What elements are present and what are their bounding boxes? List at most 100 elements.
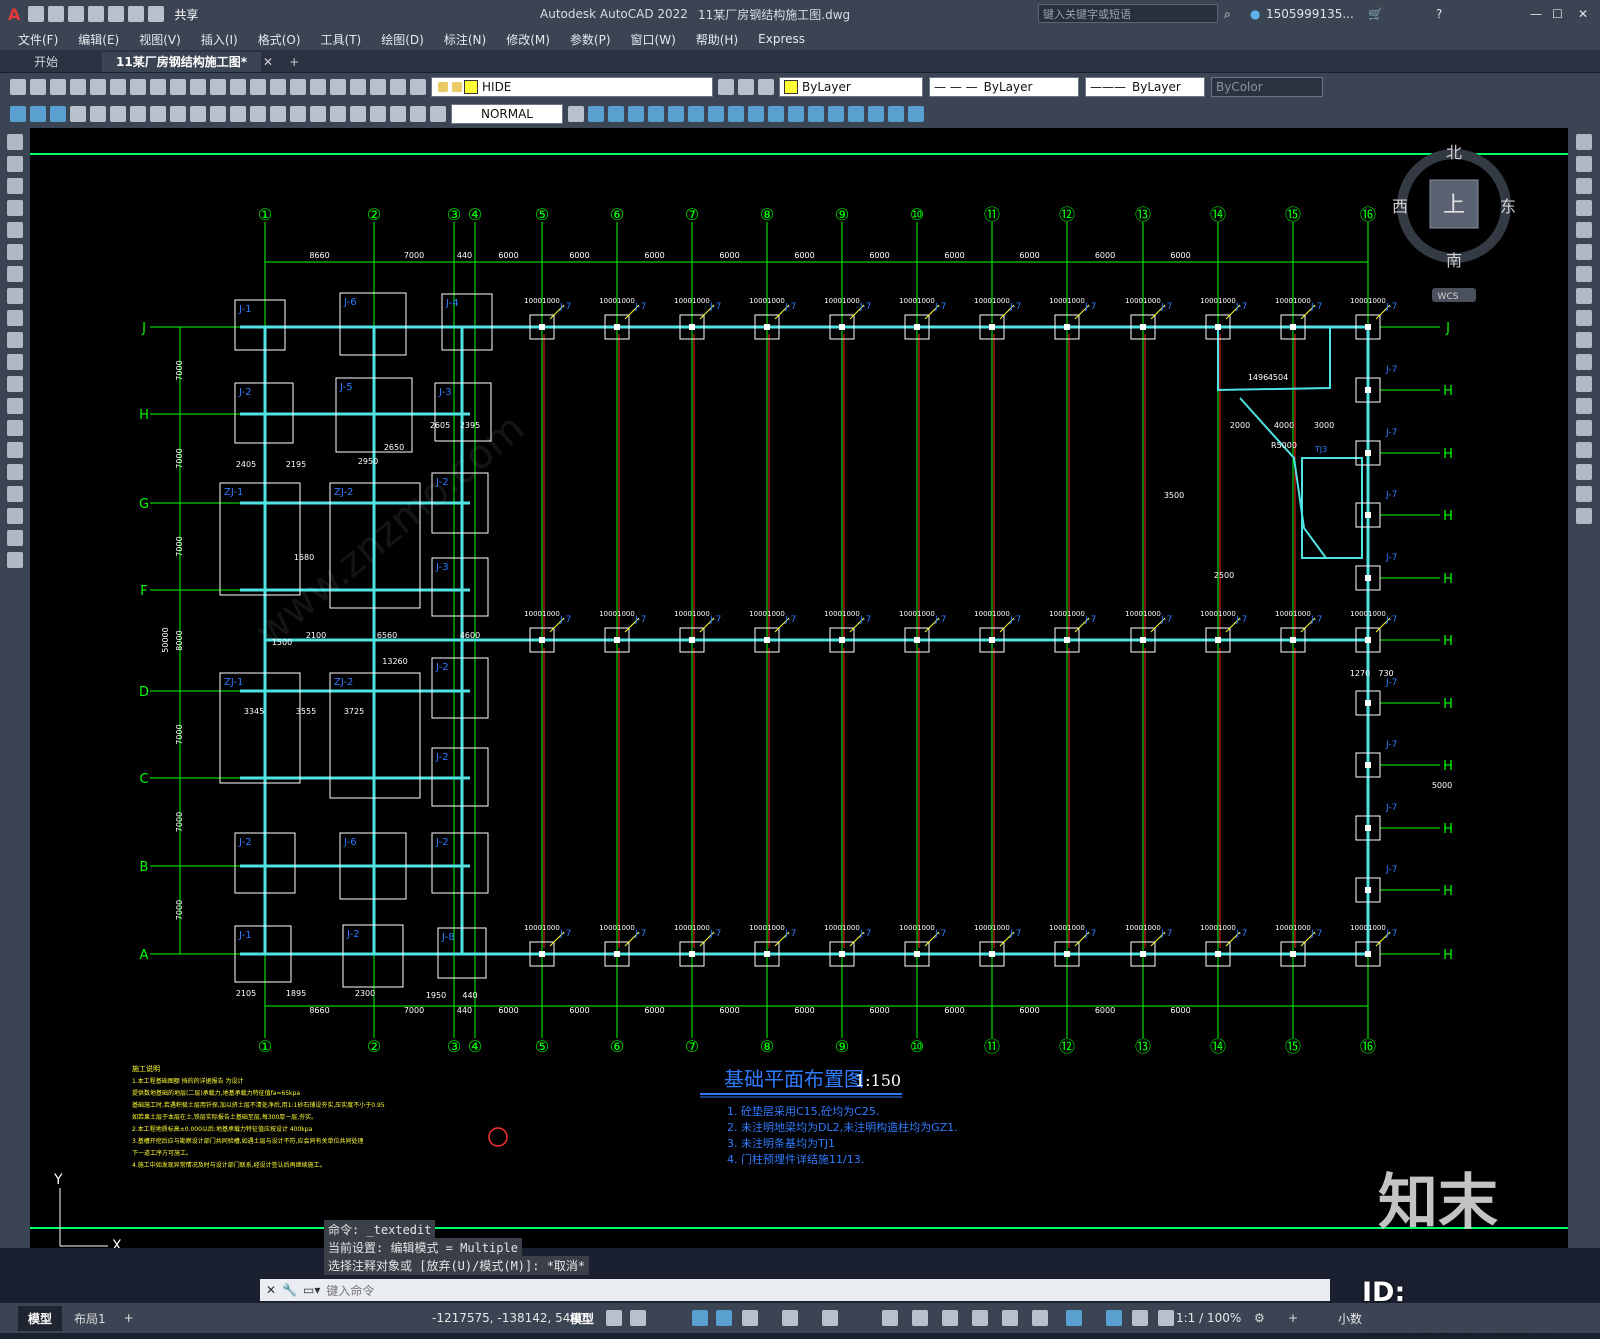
layer-dropdown[interactable]: HIDE — [431, 76, 713, 97]
dimstyle-icon[interactable] — [568, 106, 584, 122]
layer-isolate-icon[interactable] — [758, 78, 774, 95]
copy-object-icon[interactable] — [1576, 156, 1592, 172]
layer-state-icon[interactable] — [738, 78, 754, 95]
dim-jogged-icon[interactable] — [170, 106, 186, 122]
trim-icon[interactable] — [1576, 332, 1592, 348]
preview-icon[interactable] — [90, 78, 106, 95]
selection-cycling-icon[interactable] — [942, 1310, 958, 1326]
group-icon[interactable] — [748, 106, 764, 122]
dim-aligned-icon[interactable] — [90, 106, 106, 122]
selection-filter-icon[interactable] — [1032, 1310, 1048, 1326]
draworder-icon[interactable] — [788, 106, 804, 122]
cut-icon[interactable] — [130, 78, 146, 95]
viewcube-top-label[interactable]: 上 — [1443, 193, 1465, 218]
menu-modify[interactable]: 修改(M) — [496, 31, 560, 48]
publish-icon[interactable] — [110, 78, 126, 95]
menu-window[interactable]: 窗口(W) — [621, 31, 686, 48]
coordinates[interactable]: -1217575, -138142, 5400 — [432, 1311, 586, 1325]
menu-edit[interactable]: 编辑(E) — [68, 31, 129, 48]
layer-walk-icon[interactable] — [50, 106, 66, 122]
units[interactable]: 小数 — [1338, 1310, 1362, 1327]
tolerance-icon[interactable] — [330, 106, 346, 122]
insert-block-icon[interactable] — [588, 106, 604, 122]
dim-angular-icon[interactable] — [210, 106, 226, 122]
isodraft-icon[interactable] — [742, 1310, 758, 1326]
dim-break-icon[interactable] — [310, 106, 326, 122]
command-customize-icon[interactable]: 🔧 — [282, 1283, 297, 1297]
tab-start[interactable]: 开始 — [20, 52, 72, 72]
dim-quick-icon[interactable] — [230, 106, 246, 122]
paste-icon[interactable] — [170, 78, 186, 95]
annotation-scale-icon[interactable] — [1158, 1310, 1174, 1326]
undo-icon[interactable] — [128, 6, 145, 22]
quick-saveas-icon[interactable] — [88, 6, 105, 22]
spline-icon[interactable] — [7, 310, 23, 326]
dim-arc-icon[interactable] — [110, 106, 126, 122]
ungroup-icon[interactable] — [768, 106, 784, 122]
quick-new-icon[interactable] — [28, 6, 45, 22]
viewcube-east[interactable]: 东 — [1500, 197, 1516, 216]
menu-tools[interactable]: 工具(T) — [311, 31, 372, 48]
close-icon[interactable]: ✕ — [1578, 7, 1588, 21]
annotation-monitor-icon[interactable]: + — [1288, 1311, 1298, 1325]
pan-icon[interactable] — [250, 78, 266, 95]
chamfer-icon[interactable] — [1576, 442, 1592, 458]
center-mark-icon[interactable] — [350, 106, 366, 122]
open-icon[interactable] — [30, 78, 46, 95]
plotstyle-dropdown[interactable]: ByColor — [1211, 76, 1323, 97]
polar-icon[interactable] — [716, 1310, 732, 1326]
auto-scale-icon[interactable] — [1132, 1310, 1148, 1326]
wipeout-icon[interactable] — [828, 106, 844, 122]
lineweight-icon[interactable] — [882, 1310, 898, 1326]
model-space-toggle[interactable]: 模型 — [570, 1310, 594, 1327]
menu-express[interactable]: Express — [748, 32, 815, 46]
add-selected-icon[interactable] — [7, 552, 23, 568]
dim-linear-icon[interactable] — [70, 106, 86, 122]
maximize-icon[interactable]: ☐ — [1552, 7, 1563, 21]
stretch-icon[interactable] — [1576, 310, 1592, 326]
help-icon[interactable] — [390, 78, 406, 95]
ellipse-arc-icon[interactable] — [7, 354, 23, 370]
command-input[interactable]: 键入命令 — [326, 1282, 374, 1299]
extend-icon[interactable] — [1576, 354, 1592, 370]
grid-icon[interactable] — [606, 1310, 622, 1326]
make-block-icon[interactable] — [608, 106, 624, 122]
layer-previous-icon[interactable] — [718, 78, 734, 95]
osnap-icon[interactable] — [822, 1310, 838, 1326]
menu-file[interactable]: 文件(F) — [8, 31, 68, 48]
dim-radius-icon[interactable] — [150, 106, 166, 122]
break-icon[interactable] — [1576, 398, 1592, 414]
explode-icon[interactable] — [728, 106, 744, 122]
mirror-icon[interactable] — [1576, 178, 1592, 194]
layer-manager-icon[interactable] — [410, 78, 426, 95]
new-icon[interactable] — [10, 78, 26, 95]
command-close-icon[interactable]: ✕ — [266, 1283, 276, 1297]
ortho-icon[interactable] — [692, 1310, 708, 1326]
save-icon[interactable] — [50, 78, 66, 95]
offset-icon[interactable] — [1576, 200, 1592, 216]
dim-baseline-icon[interactable] — [250, 106, 266, 122]
copy-icon[interactable] — [150, 78, 166, 95]
quick-open-icon[interactable] — [48, 6, 65, 22]
array-icon[interactable] — [1576, 222, 1592, 238]
polygon-icon[interactable] — [7, 200, 23, 216]
wcs-label[interactable]: WCS — [1438, 292, 1459, 302]
move-icon[interactable] — [1576, 244, 1592, 260]
polyline-icon[interactable] — [7, 178, 23, 194]
user-name[interactable]: 1505999135... — [1266, 7, 1354, 21]
clip-icon[interactable] — [688, 106, 704, 122]
dim-edit-icon[interactable] — [390, 106, 406, 122]
arc-icon[interactable] — [7, 244, 23, 260]
edit-icon[interactable] — [10, 106, 26, 122]
attach-icon[interactable] — [668, 106, 684, 122]
region-icon[interactable] — [7, 486, 23, 502]
command-recent-icon[interactable]: ▭▾ — [303, 1283, 320, 1297]
rectangle-icon[interactable] — [7, 222, 23, 238]
insert-icon[interactable] — [7, 376, 23, 392]
linetype-dropdown[interactable]: — — — ByLayer — [929, 76, 1079, 97]
zoom-icon[interactable] — [270, 78, 286, 95]
annotation-visibility-icon[interactable] — [1106, 1310, 1122, 1326]
circle-icon[interactable] — [7, 266, 23, 282]
properties-icon[interactable] — [310, 78, 326, 95]
transparency-icon[interactable] — [912, 1310, 928, 1326]
